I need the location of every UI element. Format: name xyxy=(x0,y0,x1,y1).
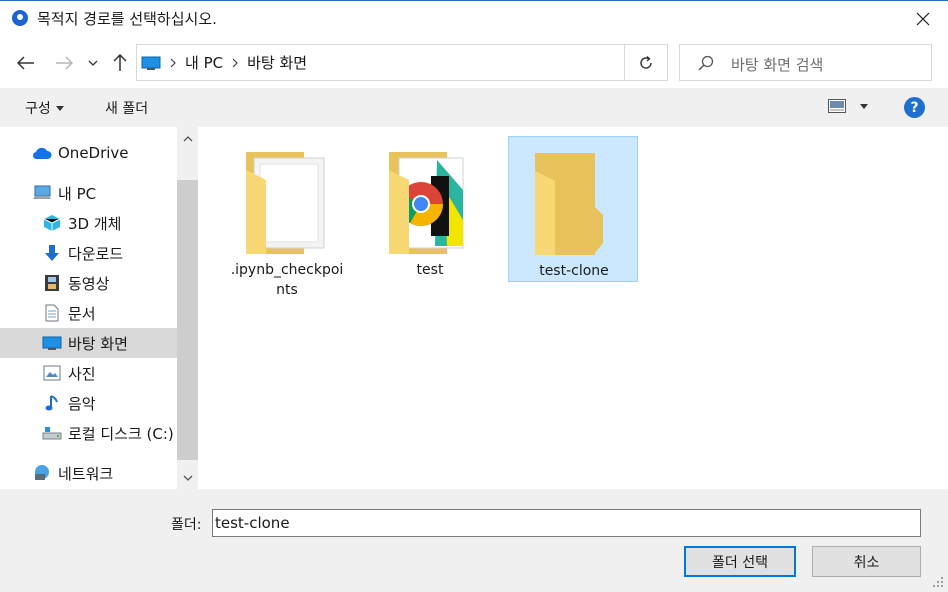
back-button[interactable] xyxy=(12,49,40,77)
organize-menu[interactable]: 구성 xyxy=(25,98,64,118)
sidebar-item-local-disk[interactable]: 로컬 디스크 (C:) xyxy=(0,418,177,448)
recent-locations-button[interactable] xyxy=(82,49,104,77)
sidebar-item-downloads[interactable]: 다운로드 xyxy=(0,238,177,268)
up-button[interactable] xyxy=(106,49,134,77)
arrow-right-icon xyxy=(56,56,73,70)
refresh-icon xyxy=(640,55,652,69)
chevron-right-icon xyxy=(170,58,176,67)
chevron-down-icon xyxy=(183,475,192,481)
caret-down-icon xyxy=(860,103,868,109)
sidebar-item-network[interactable]: 네트워크 xyxy=(0,458,177,488)
sidebar-item-3d-objects[interactable]: 3D 개체 xyxy=(0,208,177,238)
search-icon xyxy=(698,55,714,71)
folder-item-label: test xyxy=(416,262,444,278)
sidebar-item-pictures[interactable]: 사진 xyxy=(0,358,177,388)
view-options-button[interactable] xyxy=(828,99,868,113)
chevron-up-icon xyxy=(183,135,192,141)
folder-item-test[interactable]: test xyxy=(365,136,495,282)
document-icon xyxy=(42,303,62,323)
resize-grip-icon[interactable] xyxy=(932,576,944,588)
sidebar-item-label: OneDrive xyxy=(58,144,129,162)
sidebar-item-label: 음악 xyxy=(68,394,96,413)
navigation-pane: OneDrive 내 PC 3D 개체 다운로드 동영상 문서 바탕 화면 사진… xyxy=(0,127,198,489)
breadcrumb-item-pc[interactable]: 내 PC xyxy=(185,52,223,73)
search-placeholder: 바탕 화면 검색 xyxy=(731,56,824,74)
sidebar-item-music[interactable]: 음악 xyxy=(0,388,177,418)
computer-icon xyxy=(32,183,52,203)
folder-field-label: 폴더: xyxy=(171,517,202,533)
music-icon xyxy=(42,393,62,413)
sidebar-item-videos[interactable]: 동영상 xyxy=(0,268,177,298)
download-icon xyxy=(42,243,62,263)
chevron-right-icon xyxy=(232,58,238,67)
scrollbar-thumb[interactable] xyxy=(177,180,198,460)
chevron-down-icon xyxy=(88,60,98,66)
select-folder-button[interactable]: 폴더 선택 xyxy=(684,546,796,577)
folder-name-input[interactable]: test-clone xyxy=(212,509,921,537)
desktop-icon xyxy=(42,333,62,353)
folder-chrome-icon xyxy=(389,152,464,254)
sidebar-item-label: 동영상 xyxy=(68,274,110,293)
sidebar-item-label: 내 PC xyxy=(58,184,97,203)
scroll-down-button[interactable] xyxy=(177,467,198,488)
search-field[interactable]: 바탕 화면 검색 xyxy=(679,44,932,81)
sidebar-item-desktop[interactable]: 바탕 화면 xyxy=(0,328,177,358)
location-pin-icon xyxy=(12,10,28,26)
folder-document-icon xyxy=(246,152,325,254)
picture-icon xyxy=(42,363,62,383)
organize-label: 구성 xyxy=(25,101,51,117)
cube-icon xyxy=(42,213,62,233)
arrow-up-icon xyxy=(113,54,127,71)
view-icon xyxy=(828,99,846,113)
scroll-up-button[interactable] xyxy=(177,128,198,149)
network-icon xyxy=(32,463,52,483)
sidebar-item-onedrive[interactable]: OneDrive xyxy=(0,138,177,168)
sidebar-item-label: 다운로드 xyxy=(68,244,124,263)
close-button[interactable] xyxy=(900,0,946,38)
sidebar-item-this-pc[interactable]: 내 PC xyxy=(0,178,177,208)
refresh-button[interactable] xyxy=(625,44,668,81)
drive-icon xyxy=(42,423,62,443)
sidebar-item-label: 바탕 화면 xyxy=(68,334,128,353)
folder-item-test-clone[interactable]: test-clone xyxy=(508,136,638,282)
help-button[interactable]: ? xyxy=(904,97,925,118)
folder-icon xyxy=(535,153,603,255)
forward-button[interactable] xyxy=(50,49,78,77)
dialog-footer xyxy=(0,489,948,592)
folder-item-ipynb-checkpoints[interactable]: .ipynb_checkpoi nts xyxy=(222,136,352,298)
breadcrumb: 내 PC 바탕 화면 xyxy=(141,45,307,80)
arrow-left-icon xyxy=(17,56,34,70)
window-title: 목적지 경로를 선택하십시오. xyxy=(37,10,217,28)
sidebar-item-label: 사진 xyxy=(68,364,96,383)
cancel-button[interactable]: 취소 xyxy=(812,546,921,577)
sidebar-item-label: 로컬 디스크 (C:) xyxy=(68,424,174,443)
sidebar-item-label: 3D 개체 xyxy=(68,214,122,233)
desktop-icon xyxy=(141,56,161,70)
caret-down-icon xyxy=(55,105,64,111)
breadcrumb-item-desktop[interactable]: 바탕 화면 xyxy=(247,52,307,73)
sidebar-item-documents[interactable]: 문서 xyxy=(0,298,177,328)
cloud-icon xyxy=(32,143,52,163)
new-folder-button[interactable]: 새 폴더 xyxy=(105,98,148,118)
sidebar-item-label: 네트워크 xyxy=(58,464,114,483)
film-icon xyxy=(42,273,62,293)
folder-item-label: test-clone xyxy=(539,263,609,279)
close-icon xyxy=(916,12,930,26)
sidebar-item-label: 문서 xyxy=(68,304,96,323)
address-bar[interactable]: 내 PC 바탕 화면 xyxy=(136,44,745,81)
folder-item-label: .ipynb_checkpoi nts xyxy=(230,262,344,298)
